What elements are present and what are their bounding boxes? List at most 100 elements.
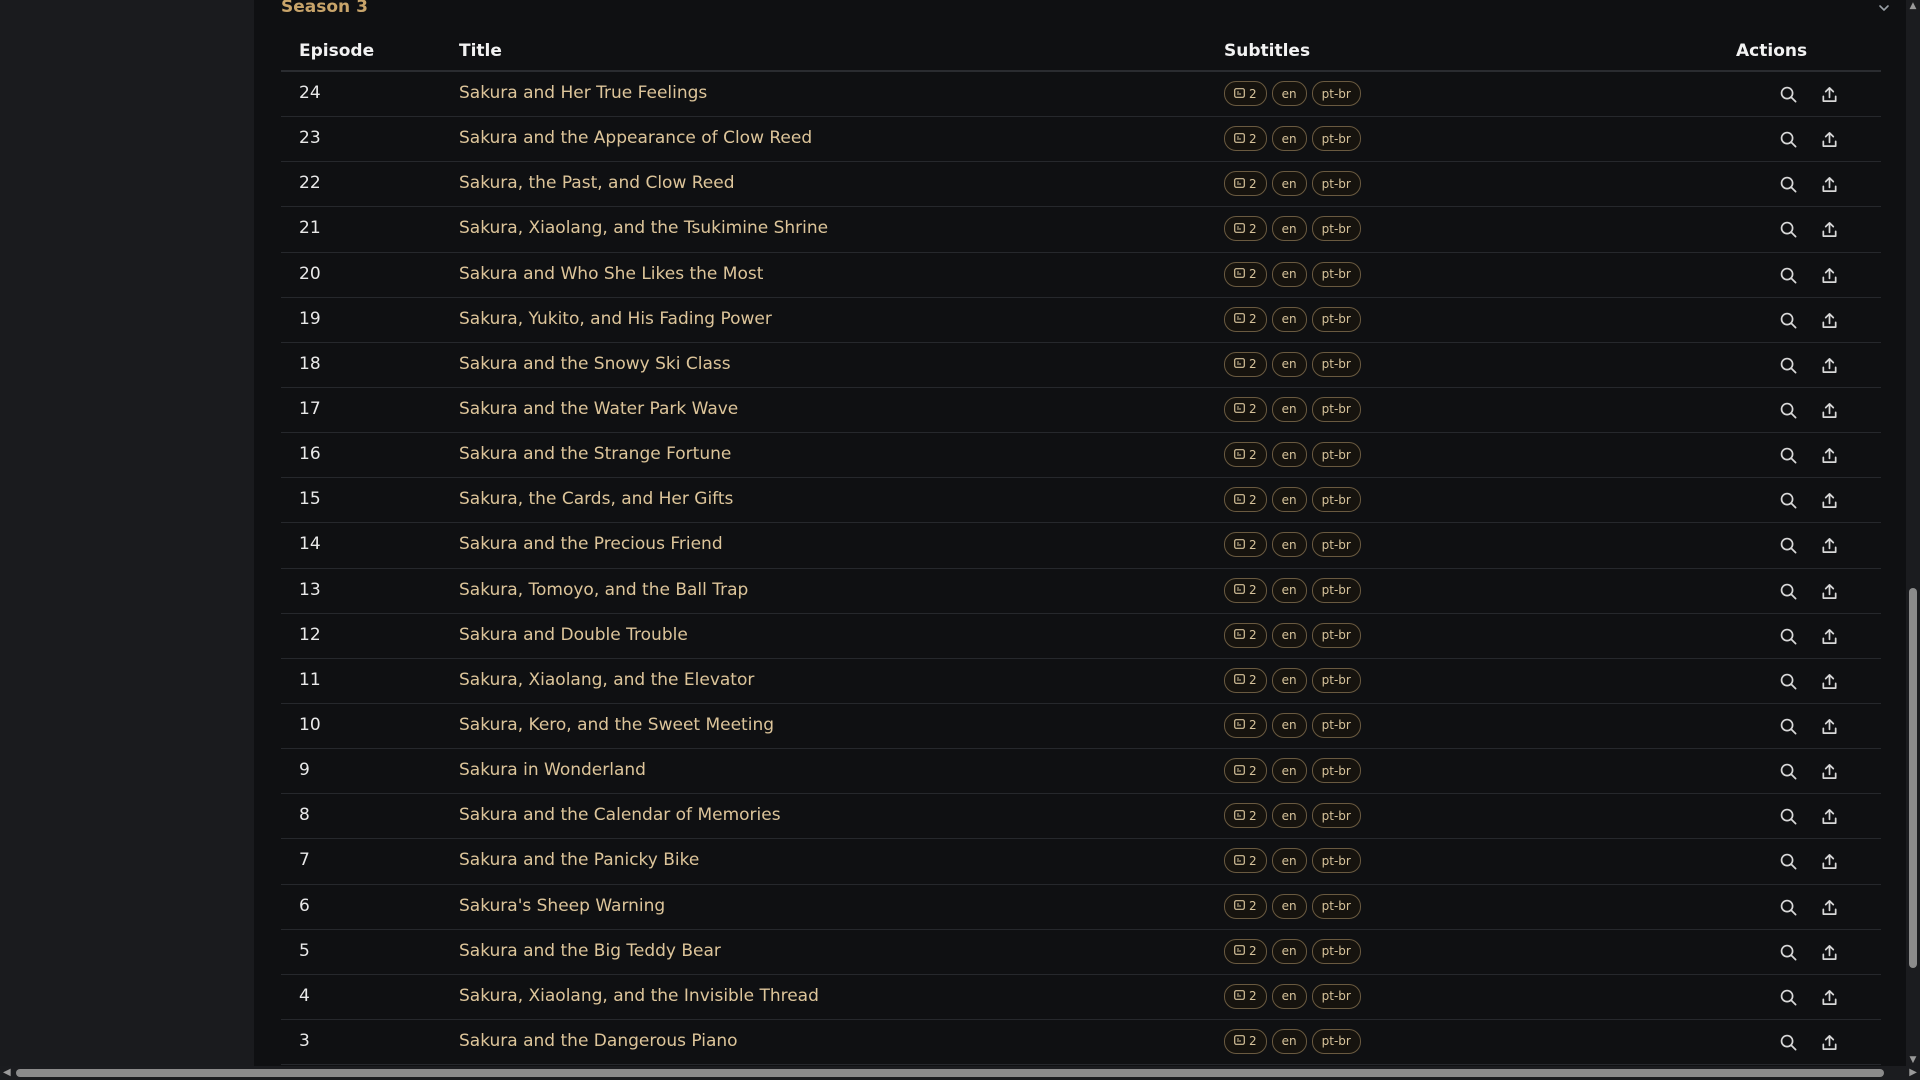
upload-icon[interactable] <box>1820 491 1839 510</box>
subtitle-language-badge[interactable]: en <box>1271 577 1307 603</box>
upload-icon[interactable] <box>1820 988 1839 1007</box>
subtitle-language-badge[interactable]: en <box>1271 487 1307 513</box>
upload-icon[interactable] <box>1820 943 1839 962</box>
subtitle-language-badge[interactable]: pt-br <box>1311 1028 1361 1054</box>
search-icon[interactable] <box>1779 672 1798 691</box>
subtitle-language-badge[interactable]: en <box>1271 532 1307 558</box>
search-icon[interactable] <box>1779 311 1798 330</box>
search-icon[interactable] <box>1779 401 1798 420</box>
upload-icon[interactable] <box>1820 356 1839 375</box>
subtitle-language-badge[interactable]: en <box>1271 306 1307 332</box>
subtitle-language-badge[interactable]: pt-br <box>1311 622 1361 648</box>
subtitle-language-badge[interactable]: en <box>1271 81 1307 106</box>
upload-icon[interactable] <box>1820 898 1839 917</box>
search-icon[interactable] <box>1779 1033 1798 1052</box>
subtitle-language-badge[interactable]: pt-br <box>1311 712 1361 738</box>
subtitle-language-badge[interactable]: en <box>1271 442 1307 468</box>
vertical-scrollbar-thumb[interactable] <box>1909 588 1917 968</box>
subtitle-language-badge[interactable]: en <box>1271 848 1307 874</box>
search-icon[interactable] <box>1779 220 1798 239</box>
upload-icon[interactable] <box>1820 401 1839 420</box>
search-icon[interactable] <box>1779 988 1798 1007</box>
subtitle-language-badge[interactable]: en <box>1271 351 1307 377</box>
subtitle-language-badge[interactable]: pt-br <box>1311 803 1361 829</box>
search-icon[interactable] <box>1779 536 1798 555</box>
subtitle-language-badge[interactable]: pt-br <box>1311 758 1361 784</box>
subtitle-language-badge[interactable]: pt-br <box>1311 893 1361 919</box>
subtitle-language-badge[interactable]: en <box>1271 1028 1307 1054</box>
upload-icon[interactable] <box>1820 762 1839 781</box>
scroll-left-arrow-icon[interactable]: ◀ <box>3 1067 11 1078</box>
subtitle-language-badge[interactable]: pt-br <box>1311 532 1361 558</box>
subtitles-cell: 2 en pt-br <box>1224 351 1361 377</box>
vertical-scrollbar[interactable]: ▲ ▼ <box>1906 0 1920 1066</box>
subtitle-language-badge[interactable]: pt-br <box>1311 667 1361 693</box>
subtitle-language-badge[interactable]: pt-br <box>1311 487 1361 513</box>
search-icon[interactable] <box>1779 130 1798 149</box>
upload-icon[interactable] <box>1820 220 1839 239</box>
subtitle-language-badge[interactable]: pt-br <box>1311 983 1361 1009</box>
subtitle-language-badge[interactable]: pt-br <box>1311 171 1361 197</box>
search-icon[interactable] <box>1779 85 1798 104</box>
subtitle-language-badge[interactable]: pt-br <box>1311 938 1361 964</box>
upload-icon[interactable] <box>1820 717 1839 736</box>
horizontal-scrollbar[interactable]: ◀ ▶ <box>0 1066 1920 1080</box>
scroll-up-arrow-icon[interactable]: ▲ <box>1908 1 1918 11</box>
upload-icon[interactable] <box>1820 852 1839 871</box>
subtitle-language-badge[interactable]: en <box>1271 622 1307 648</box>
search-icon[interactable] <box>1779 807 1798 826</box>
search-icon[interactable] <box>1779 717 1798 736</box>
upload-icon[interactable] <box>1820 807 1839 826</box>
chevron-down-icon[interactable] <box>1877 1 1891 15</box>
upload-icon[interactable] <box>1820 672 1839 691</box>
subtitle-language-badge[interactable]: en <box>1271 216 1307 242</box>
search-icon[interactable] <box>1779 175 1798 194</box>
horizontal-scrollbar-thumb[interactable] <box>16 1069 1884 1077</box>
upload-icon[interactable] <box>1820 627 1839 646</box>
episode-title: Sakura in Wonderland <box>459 760 646 781</box>
subtitle-language-badge[interactable]: en <box>1271 983 1307 1009</box>
search-icon[interactable] <box>1779 446 1798 465</box>
upload-icon[interactable] <box>1820 446 1839 465</box>
subtitle-language-badge[interactable]: en <box>1271 667 1307 693</box>
subtitle-language-badge[interactable]: pt-br <box>1311 126 1361 152</box>
upload-icon[interactable] <box>1820 536 1839 555</box>
subtitle-language-badge[interactable]: en <box>1271 261 1307 287</box>
search-icon[interactable] <box>1779 898 1798 917</box>
upload-icon[interactable] <box>1820 266 1839 285</box>
subtitle-language-badge[interactable]: pt-br <box>1311 442 1361 468</box>
subtitle-language-badge[interactable]: pt-br <box>1311 306 1361 332</box>
search-icon[interactable] <box>1779 266 1798 285</box>
search-icon[interactable] <box>1779 582 1798 601</box>
subtitle-language-badge[interactable]: en <box>1271 893 1307 919</box>
upload-icon[interactable] <box>1820 175 1839 194</box>
subtitle-language-badge[interactable]: pt-br <box>1311 261 1361 287</box>
subtitle-language-badge[interactable]: pt-br <box>1311 848 1361 874</box>
search-icon[interactable] <box>1779 852 1798 871</box>
subtitle-language-badge[interactable]: pt-br <box>1311 577 1361 603</box>
subtitle-language-badge[interactable]: en <box>1271 938 1307 964</box>
subtitle-language-badge[interactable]: en <box>1271 758 1307 784</box>
upload-icon[interactable] <box>1820 311 1839 330</box>
search-icon[interactable] <box>1779 356 1798 375</box>
search-icon[interactable] <box>1779 627 1798 646</box>
subtitle-language-badge[interactable]: pt-br <box>1311 351 1361 377</box>
upload-icon[interactable] <box>1820 1033 1839 1052</box>
scroll-down-arrow-icon[interactable]: ▼ <box>1908 1055 1918 1065</box>
subtitle-language-badge[interactable]: en <box>1271 126 1307 152</box>
subtitle-language-badge[interactable]: pt-br <box>1311 216 1361 242</box>
upload-icon[interactable] <box>1820 582 1839 601</box>
upload-icon[interactable] <box>1820 130 1839 149</box>
subtitle-language-badge[interactable]: en <box>1271 396 1307 422</box>
subtitle-language-badge[interactable]: en <box>1271 803 1307 829</box>
scroll-right-arrow-icon[interactable]: ▶ <box>1909 1067 1917 1078</box>
subtitle-language-badge[interactable]: en <box>1271 171 1307 197</box>
subtitle-language-badge[interactable]: pt-br <box>1311 396 1361 422</box>
search-icon[interactable] <box>1779 762 1798 781</box>
search-icon[interactable] <box>1779 943 1798 962</box>
season-header[interactable]: Season 3 <box>281 0 1891 18</box>
upload-icon[interactable] <box>1820 85 1839 104</box>
subtitle-language-badge[interactable]: en <box>1271 712 1307 738</box>
search-icon[interactable] <box>1779 491 1798 510</box>
subtitle-language-badge[interactable]: pt-br <box>1311 81 1361 106</box>
